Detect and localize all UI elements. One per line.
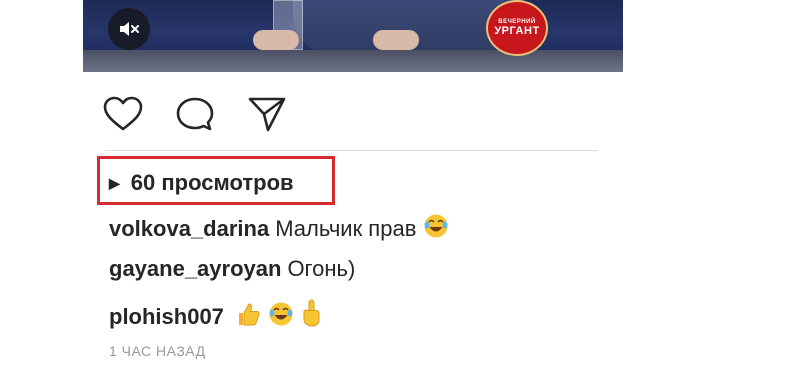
comment-row: plohish007 bbox=[109, 299, 322, 330]
views-count[interactable]: ▶ 60 просмотров bbox=[109, 170, 294, 196]
comment-text: Огонь) bbox=[287, 256, 356, 281]
section-divider bbox=[105, 150, 598, 151]
presenter-hand-right bbox=[373, 30, 419, 50]
comment-username[interactable]: gayane_ayroyan bbox=[109, 256, 281, 281]
comment-username[interactable]: plohish007 bbox=[109, 304, 224, 329]
presenter-hand-left bbox=[253, 30, 299, 50]
comment-username[interactable]: volkova_darina bbox=[109, 216, 269, 241]
mute-button[interactable] bbox=[108, 8, 150, 50]
comment-text: Мальчик прав bbox=[275, 216, 417, 241]
desk bbox=[83, 50, 623, 72]
comment-row: gayane_ayroyan Огонь) bbox=[109, 256, 355, 282]
comment-bubble-icon[interactable] bbox=[175, 96, 215, 132]
play-icon: ▶ bbox=[109, 174, 120, 191]
face-with-tears-of-joy-icon bbox=[269, 302, 293, 326]
muted-speaker-icon bbox=[120, 22, 139, 36]
send-paper-plane-icon[interactable] bbox=[247, 96, 287, 132]
views-label: 60 просмотров bbox=[130, 170, 294, 195]
thumbs-up-icon bbox=[239, 303, 260, 326]
show-logo: ВЕЧЕРНИЙ УРГАНТ bbox=[486, 0, 548, 56]
heart-icon[interactable] bbox=[103, 96, 143, 132]
face-with-tears-of-joy-icon bbox=[424, 214, 448, 238]
index-pointing-up-icon bbox=[303, 299, 320, 327]
post-timestamp: 1 ЧАС НАЗАД bbox=[109, 343, 206, 359]
comment-row: volkova_darina Мальчик прав bbox=[109, 213, 449, 242]
logo-big-text: УРГАНТ bbox=[494, 25, 540, 37]
